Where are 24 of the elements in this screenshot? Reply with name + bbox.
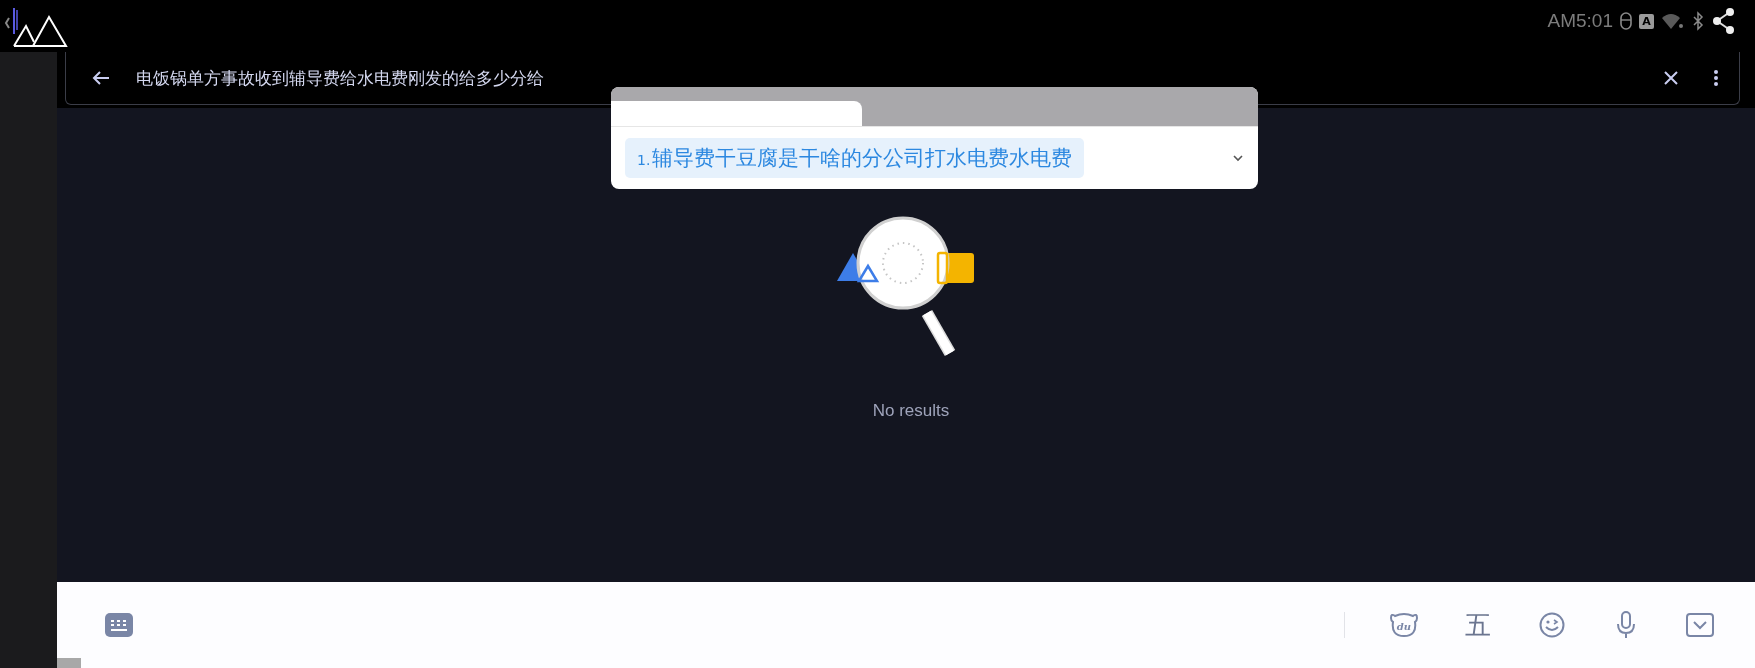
mouse-icon [1620,12,1632,30]
bear-face-icon: du [1389,612,1419,638]
bluetooth-icon [1692,11,1704,31]
expand-candidates-button[interactable] [1232,154,1244,162]
search-query[interactable]: 电饭锅单方事故收到辅导费给水电费刚发的给多少分给 [136,66,1663,90]
more-icon [1713,69,1719,87]
bear-paw-button[interactable]: du [1379,600,1429,650]
microphone-icon [1616,611,1636,639]
candidate-word[interactable]: 1.辅导费干豆腐是干啥的分公司打水电费水电费 [625,138,1085,178]
clock-time: AM5:01 [1547,10,1613,32]
close-icon [1663,70,1679,86]
chevron-box-icon [1686,613,1714,637]
back-button[interactable] [92,70,110,86]
back-arrow-icon [92,70,110,86]
no-results-message: No results [872,401,950,421]
input-method-badge: A [1639,13,1654,29]
smiley-icon [1539,612,1565,638]
share-icon[interactable] [1711,6,1737,36]
close-button[interactable] [1663,70,1679,86]
wubi-key[interactable]: 五 [1453,600,1503,650]
keyboard-icon[interactable] [105,613,133,637]
wifi-icon [1661,12,1685,30]
more-button[interactable] [1713,69,1719,87]
chevron-down-icon [1232,154,1244,162]
